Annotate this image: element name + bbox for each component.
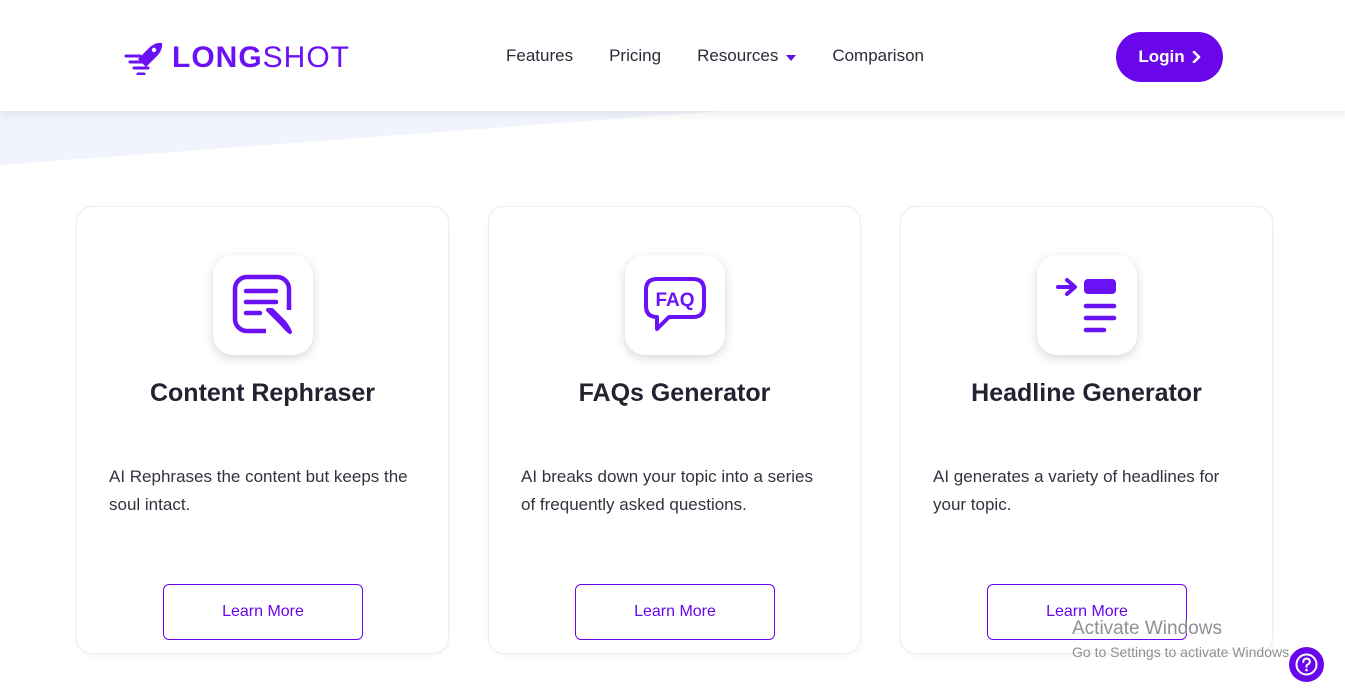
site-header: LONGSHOT Features Pricing Resources Comp… [0, 0, 1345, 111]
nav-item-pricing[interactable]: Pricing [609, 46, 661, 66]
feature-card-headline-generator: Headline Generator AI generates a variet… [900, 206, 1273, 654]
document-edit-icon [232, 274, 292, 334]
card-icon-container: FAQ [625, 255, 725, 355]
logo-text: LONGSHOT [172, 41, 351, 74]
card-icon-container [213, 255, 313, 355]
card-title: FAQs Generator [578, 379, 771, 407]
question-mark-icon [1295, 653, 1318, 676]
main-nav: Features Pricing Resources Comparison [506, 46, 924, 66]
watermark-title: Activate Windows [1072, 618, 1222, 639]
page: LONGSHOT Features Pricing Resources Comp… [0, 0, 1345, 694]
watermark-subtitle: Go to Settings to activate Windows. [1072, 644, 1293, 660]
svg-text:FAQ: FAQ [655, 290, 694, 311]
login-button[interactable]: Login [1116, 32, 1223, 82]
learn-more-button[interactable]: Learn More [163, 584, 363, 640]
help-button[interactable] [1289, 647, 1324, 682]
logo[interactable]: LONGSHOT [124, 38, 350, 78]
feature-card-faqs-generator: FAQ FAQs Generator AI breaks down your t… [488, 206, 861, 654]
nav-item-features[interactable]: Features [506, 46, 573, 66]
rocket-logo-icon [124, 42, 163, 75]
nav-item-resources[interactable]: Resources [697, 46, 797, 66]
card-description: AI generates a variety of headlines for … [933, 467, 1220, 514]
card-description: AI breaks down your topic into a series … [521, 467, 813, 514]
card-title: Content Rephraser [149, 379, 376, 407]
card-icon-container [1037, 255, 1137, 355]
card-description: AI Rephrases the content but keeps the s… [109, 467, 408, 514]
caret-down-icon [786, 55, 797, 61]
windows-activation-watermark: Activate Windows Go to Settings to activ… [1072, 618, 1293, 661]
headline-list-icon [1056, 278, 1117, 333]
learn-more-button[interactable]: Learn More [575, 584, 775, 640]
chevron-right-icon [1192, 51, 1200, 63]
feature-card-content-rephraser: Content Rephraser AI Rephrases the conte… [76, 206, 449, 654]
faq-bubble-icon: FAQ [644, 277, 706, 331]
card-title: Headline Generator [971, 379, 1202, 407]
nav-item-comparison[interactable]: Comparison [832, 46, 924, 66]
